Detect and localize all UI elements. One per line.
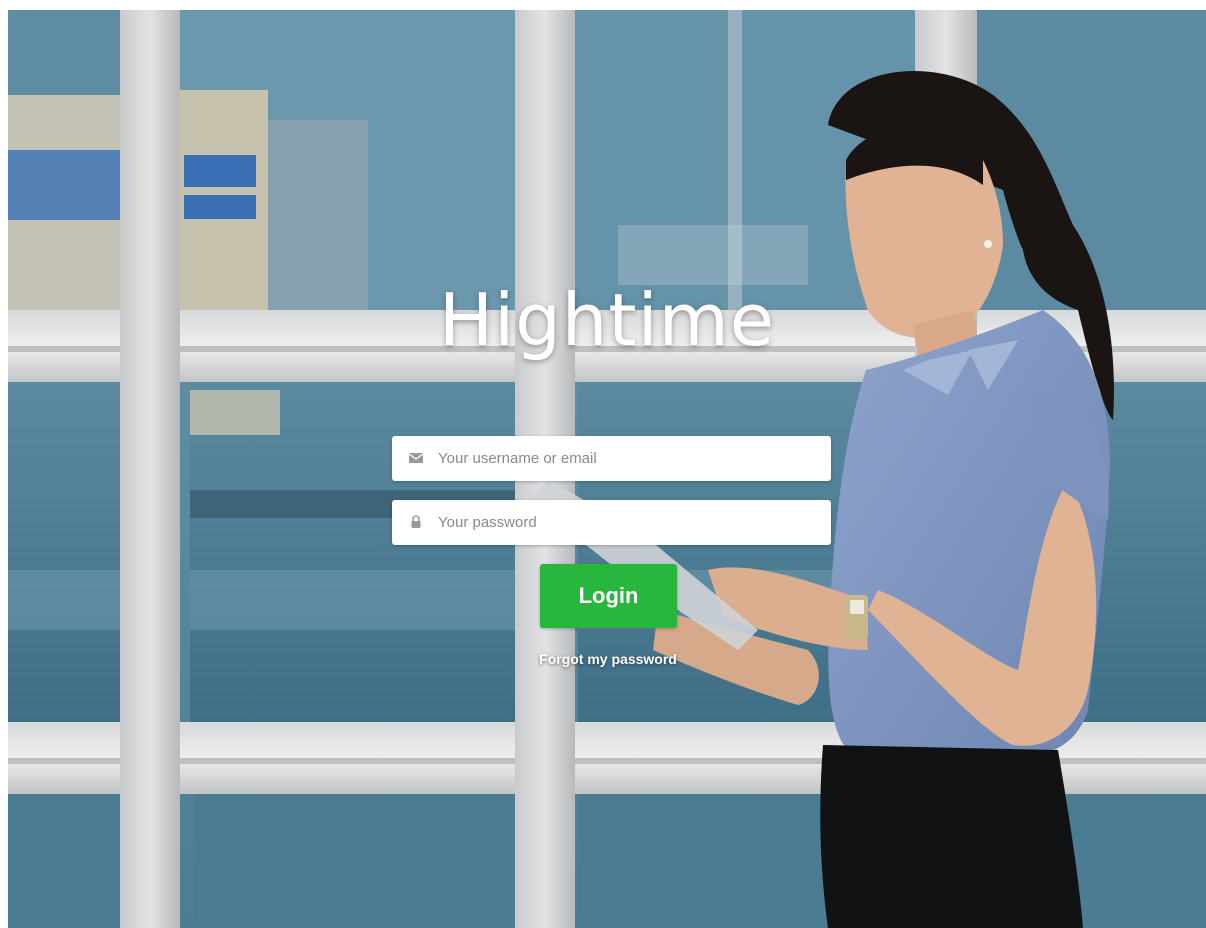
- login-button[interactable]: Login: [540, 564, 677, 628]
- login-page: Hightime Login Forgot my password: [8, 10, 1206, 928]
- app-title: Hightime: [438, 278, 776, 362]
- password-field[interactable]: [392, 500, 831, 545]
- username-input[interactable]: [438, 436, 818, 481]
- forgot-password-link[interactable]: Forgot my password: [488, 651, 728, 667]
- username-field[interactable]: [392, 436, 831, 481]
- lock-icon: [411, 515, 421, 528]
- password-input[interactable]: [438, 500, 818, 545]
- envelope-icon: [409, 453, 423, 463]
